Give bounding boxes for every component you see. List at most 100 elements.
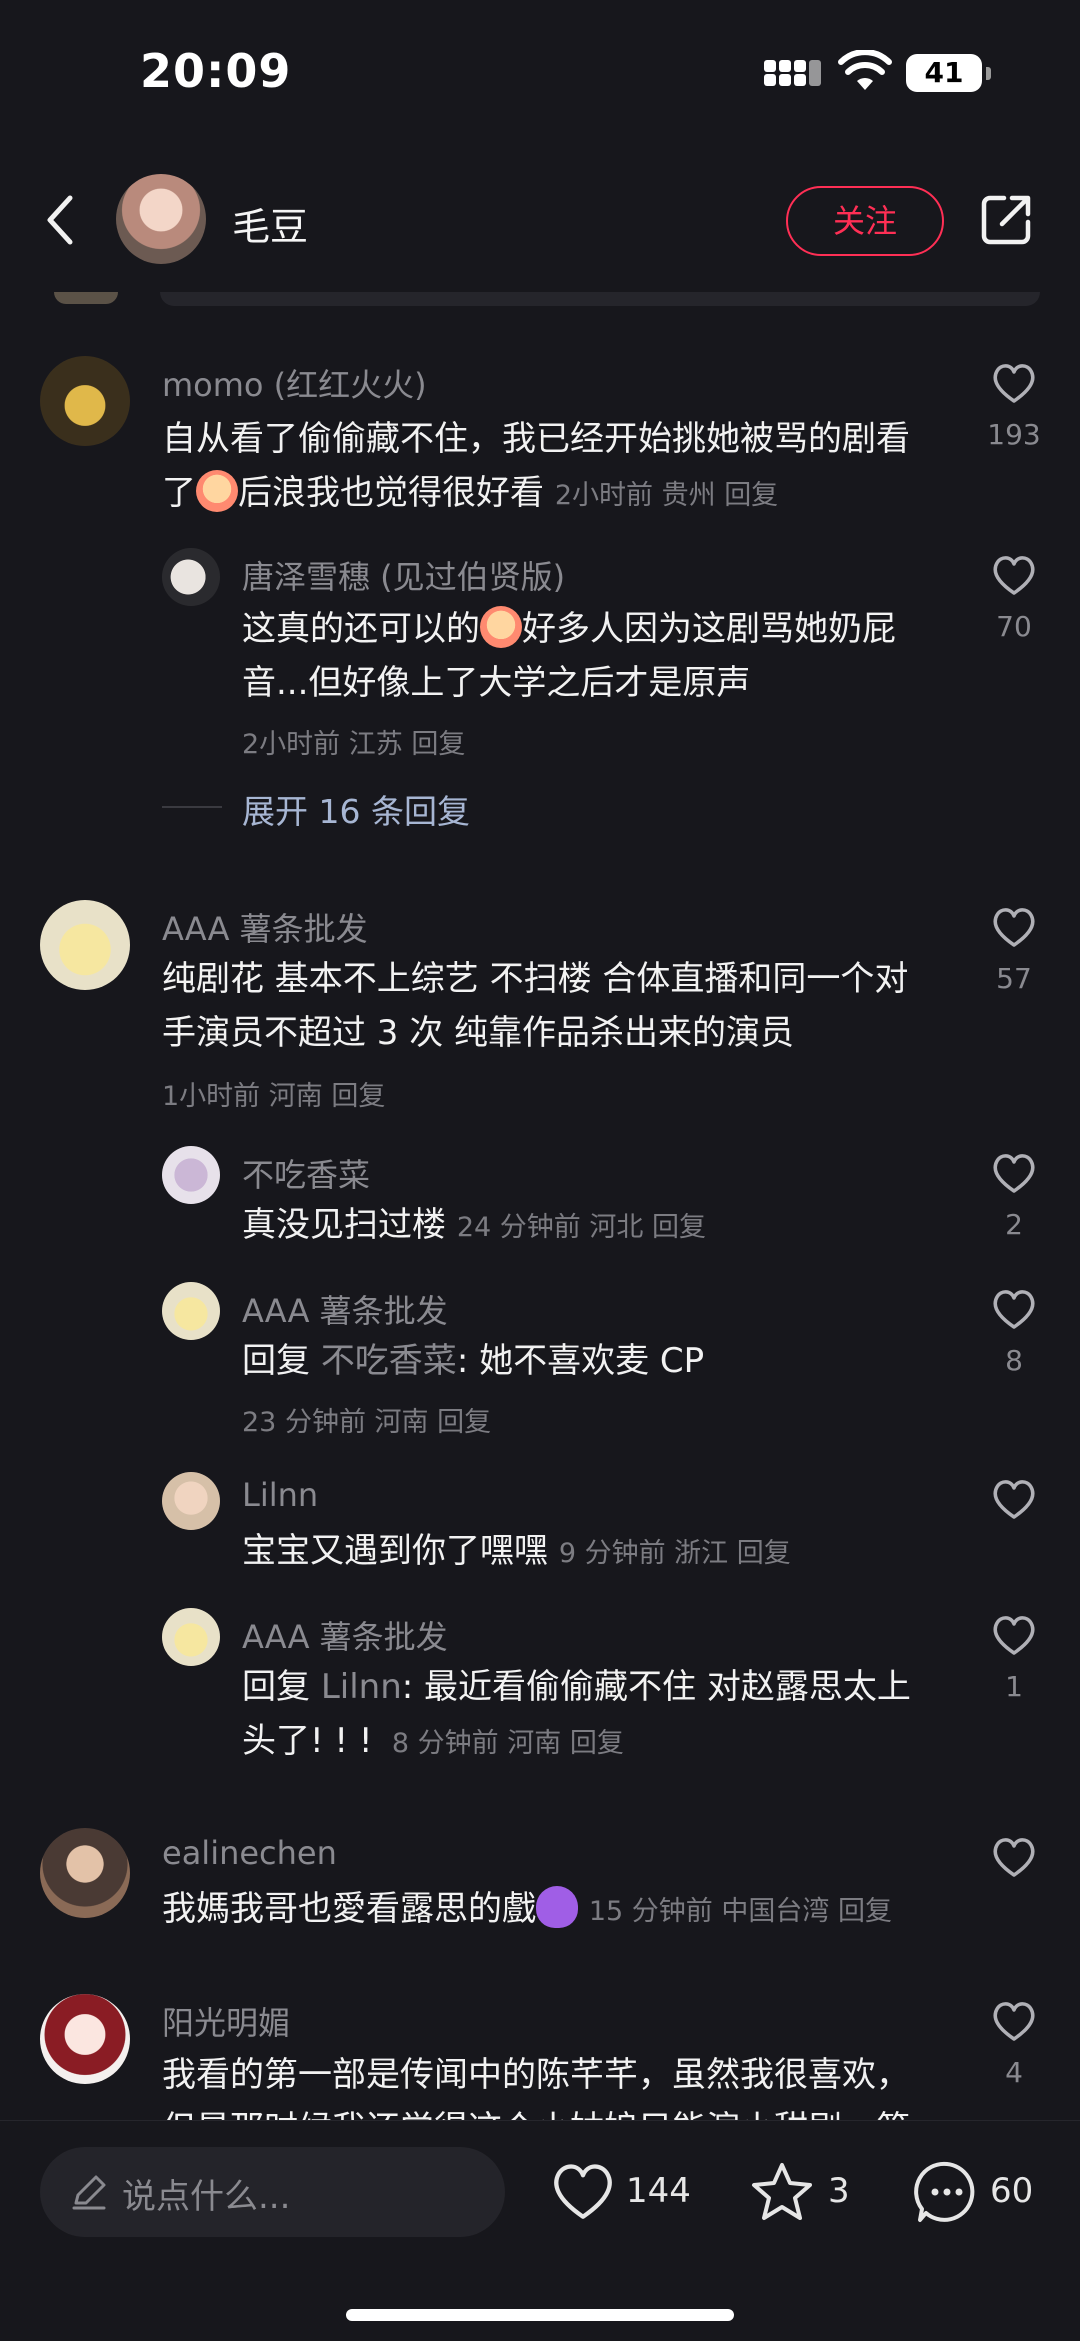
like-button[interactable]: 8 [988,1288,1040,1377]
favorite-count: 3 [828,2171,850,2211]
reply-text[interactable]: 宝宝又遇到你了嘿嘿 9 分钟前 浙江 回复 [242,1524,962,1581]
status-bar: 20:09 41 [0,0,1080,150]
reply-username[interactable]: 不吃香菜 [242,1150,370,1196]
like-count: 2 [1005,1208,1023,1241]
like-post-button[interactable]: 144 [550,2159,691,2229]
comment-meta: 1小时前 河南 回复 [162,1081,386,1112]
reply-link[interactable]: 回复 [652,1212,706,1243]
share-icon[interactable] [980,192,1034,246]
comment-meta: 15 分钟前 中国台湾 回复 [588,1896,892,1927]
cellular-signal-icon [764,58,822,92]
expand-divider [162,806,222,808]
favorite-button[interactable]: 3 [750,2159,860,2229]
like-count: 193 [987,418,1041,451]
crying-emoji-icon [480,606,522,648]
reply-target-user[interactable]: Lilnn [321,1667,402,1707]
comment-count: 60 [990,2171,1034,2211]
reply-link[interactable]: 回复 [838,1896,892,1927]
like-button[interactable]: 57 [988,906,1040,995]
avatar[interactable] [40,1828,130,1918]
reply-link[interactable]: 回复 [724,480,778,511]
reply-link[interactable]: 回复 [411,729,465,760]
reply-link[interactable]: 回复 [437,1407,491,1438]
comment-text[interactable]: 我看的第一部是传闻中的陈芊芊，虽然我很喜欢， 但是那时候我还觉得这个小姑娘只能演… [162,2048,962,2120]
avatar[interactable] [40,356,130,446]
comment-input[interactable]: 说点什么... [40,2147,505,2237]
avatar[interactable] [162,1608,220,1666]
chevron-left-icon[interactable] [38,190,88,250]
comment-meta: 2小时前 贵州 回复 [554,480,779,511]
like-button[interactable]: 193 [987,362,1041,451]
reply-target-user[interactable]: 不吃香菜 [321,1341,457,1381]
follow-button[interactable]: 关注 [786,186,944,256]
heart-icon [993,908,1035,947]
like-button[interactable]: 1 [988,1614,1040,1703]
like-button[interactable]: 4 [988,2000,1040,2089]
comment-username[interactable]: ealinechen [162,1834,337,1872]
like-count: 57 [996,962,1032,995]
home-indicator[interactable] [346,2309,734,2321]
comment-text[interactable]: 纯剧花 基本不上综艺 不扫楼 合体直播和同一个对 手演员不超过 3 次 纯靠作品… [162,952,962,1060]
wifi-icon [838,50,892,90]
heart-icon [993,364,1035,403]
reply-meta: 9 分钟前 浙江 回复 [558,1538,791,1569]
like-count: 4 [1005,2056,1023,2089]
chat-bubble-icon [914,2161,975,2222]
heart-icon [993,556,1035,595]
like-button[interactable]: 2 [988,1152,1040,1241]
heart-icon [993,1616,1035,1655]
pencil-icon [72,2175,106,2210]
comment-username[interactable]: AAA 薯条批发 [162,904,368,950]
reply-text[interactable]: 这真的还可以的 好多人因为这剧骂她奶屁 音...但好像上了大学之后才是原声 [242,602,962,710]
previous-comment-avatar [54,292,118,304]
status-time: 20:09 [140,44,292,98]
avatar[interactable] [40,1994,130,2084]
reply-meta: 8 分钟前 河南 回复 [391,1728,624,1759]
reply-link[interactable]: 回复 [331,1081,385,1112]
like-count: 8 [1005,1344,1023,1377]
comment-input-placeholder: 说点什么... [122,2177,291,2217]
like-count: 70 [996,610,1032,643]
post-header: 毛豆 关注 [0,160,1080,280]
avatar[interactable] [162,1282,220,1340]
avatar[interactable] [162,548,220,606]
author-avatar[interactable] [116,174,206,264]
avatar[interactable] [162,1472,220,1530]
comment-count-button[interactable]: 60 [914,2159,1054,2229]
heart-icon [993,2002,1035,2041]
purple-heart-emoji-icon [536,1886,578,1928]
reply-meta: 24 分钟前 河北 回复 [456,1212,706,1243]
comment-text[interactable]: 自从看了偷偷藏不住，我已经开始挑她被骂的剧看 了后浪我也觉得很好看 2小时前 贵… [162,412,962,523]
comment-username[interactable]: 阳光明媚 [162,1998,290,2044]
crying-emoji-icon [196,470,238,512]
like-button[interactable]: 70 [988,554,1040,643]
reply-meta: 23 分钟前 河南 回复 [242,1407,492,1438]
reply-text[interactable]: 真没见扫过楼 24 分钟前 河北 回复 [242,1198,962,1255]
avatar[interactable] [40,900,130,990]
reply-link[interactable]: 回复 [570,1728,624,1759]
reply-username[interactable]: AAA 薯条批发 [242,1286,448,1332]
reply-link[interactable]: 回复 [737,1538,791,1569]
comment-text[interactable]: 我媽我哥也愛看露思的戲 15 分钟前 中国台湾 回复 [162,1882,982,1939]
reply-text[interactable]: 回复 不吃香菜: 她不喜欢麦 CP [242,1334,962,1388]
reply-username[interactable]: 唐泽雪穗 (见过伯贤版) [242,552,565,598]
previous-comment-edge [160,292,1040,306]
author-name[interactable]: 毛豆 [232,196,308,251]
heart-icon [554,2164,612,2219]
like-button[interactable] [988,1478,1040,1520]
reply-meta: 2小时前 江苏 回复 [242,729,466,760]
star-icon [752,2163,812,2220]
like-count: 1 [1005,1670,1023,1703]
comment-username[interactable]: momo (红红火火) [162,360,427,406]
avatar[interactable] [162,1146,220,1204]
post-like-count: 144 [626,2171,691,2211]
heart-icon [993,1290,1035,1329]
expand-replies-link[interactable]: 展开 16 条回复 [242,785,470,833]
heart-icon [993,1480,1035,1519]
heart-icon [993,1154,1035,1193]
reply-text[interactable]: 回复 Lilnn: 最近看偷偷藏不住 对赵露思太上 头了! ! ! 8 分钟前 … [242,1660,962,1771]
like-button[interactable] [988,1836,1040,1878]
heart-icon [993,1838,1035,1877]
reply-username[interactable]: AAA 薯条批发 [242,1612,448,1658]
reply-username[interactable]: Lilnn [242,1476,318,1514]
